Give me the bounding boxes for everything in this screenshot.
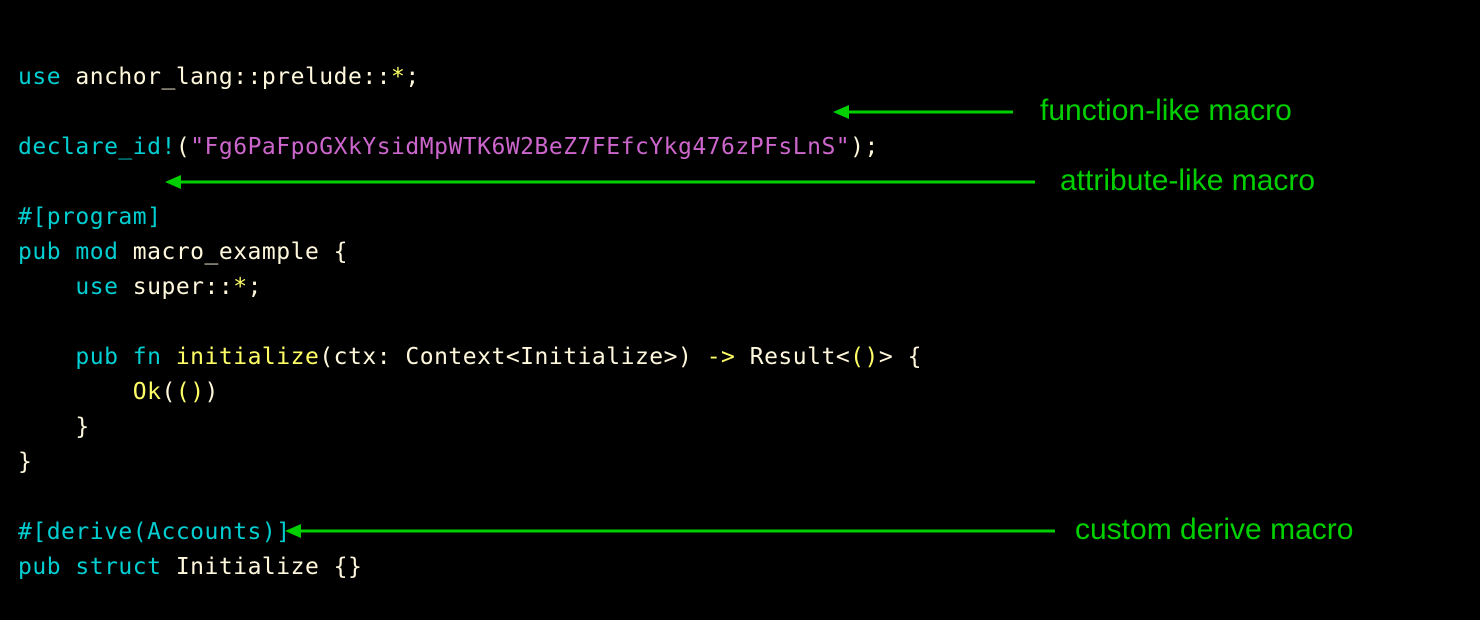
paren-close: ); — [850, 134, 879, 160]
label-custom-derive: custom derive macro — [1075, 512, 1353, 547]
macro-declare-id: declare_id! — [18, 134, 176, 160]
kw-pub: pub — [18, 554, 75, 580]
unit-type: () — [850, 344, 879, 370]
indent — [18, 379, 133, 405]
unit: () — [176, 379, 205, 405]
string-literal: "Fg6PaFpoGXkYsidMpWTK6W2BeZ7FEfcYkg476zP… — [190, 134, 850, 160]
arrow-attribute-like — [165, 173, 1035, 191]
indent — [18, 274, 75, 300]
return-type-end: > { — [879, 344, 922, 370]
ok-call: Ok — [133, 379, 162, 405]
star: * — [233, 274, 247, 300]
arrow-function-like — [833, 103, 1013, 121]
code-diagram: use anchor_lang::prelude::*; declare_id!… — [0, 0, 1480, 620]
kw-pub: pub — [75, 344, 132, 370]
label-attribute-like: attribute-like macro — [1060, 163, 1315, 198]
return-type: Result< — [735, 344, 850, 370]
semi: ; — [405, 64, 419, 90]
semi: ; — [248, 274, 262, 300]
kw-fn: fn — [133, 344, 176, 370]
arrow-op: -> — [707, 344, 736, 370]
star: * — [391, 64, 405, 90]
brace-close: } — [18, 449, 32, 475]
attr-program: #[program] — [18, 204, 161, 230]
kw-mod: mod — [75, 239, 132, 265]
paren-open: ( — [161, 379, 175, 405]
braces-empty: {} — [319, 554, 362, 580]
kw-pub: pub — [18, 239, 75, 265]
indent — [18, 414, 75, 440]
label-function-like: function-like macro — [1040, 93, 1292, 128]
paren-close: ) — [205, 379, 219, 405]
paren-open: ( — [176, 134, 190, 160]
path: super:: — [118, 274, 233, 300]
brace-open: { — [319, 239, 348, 265]
struct-name: Initialize — [176, 554, 319, 580]
fn-sig: (ctx: Context<Initialize>) — [319, 344, 706, 370]
attr-derive: #[derive(Accounts)] — [18, 519, 291, 545]
fn-name: initialize — [176, 344, 319, 370]
indent — [18, 344, 75, 370]
kw-use: use — [18, 64, 61, 90]
path: anchor_lang::prelude:: — [61, 64, 391, 90]
brace-close: } — [75, 414, 89, 440]
arrow-custom-derive — [285, 522, 1055, 540]
mod-name: macro_example — [133, 239, 320, 265]
kw-use: use — [75, 274, 118, 300]
kw-struct: struct — [75, 554, 175, 580]
